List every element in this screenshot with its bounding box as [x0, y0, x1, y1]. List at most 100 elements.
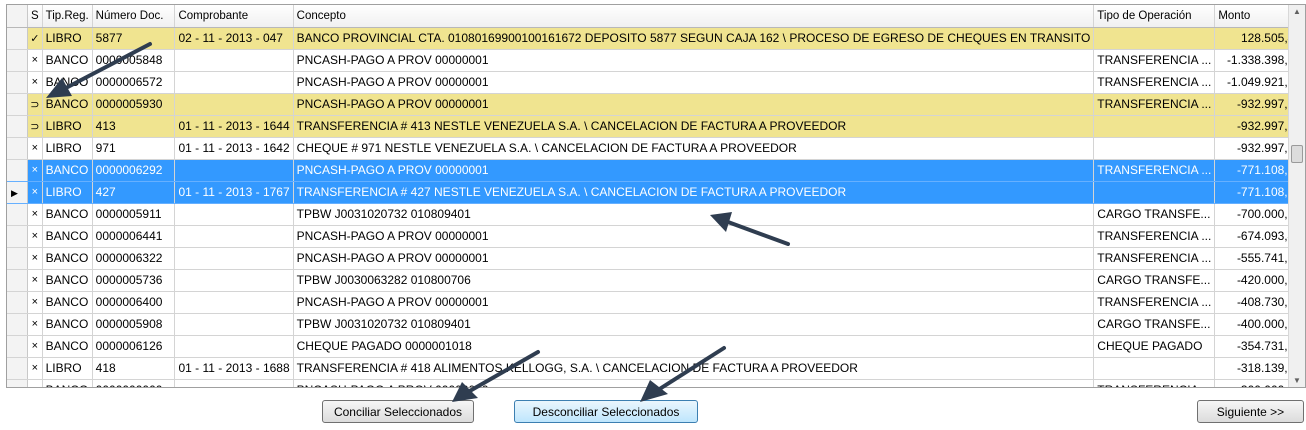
cell-numero-doc: 427	[92, 181, 176, 204]
table-row[interactable]: × BANCO 0000006441 PNCASH-PAGO A PROV 00000…	[7, 225, 1305, 248]
header-row: S Tip.Reg. Número Doc. Comprobante Conce…	[7, 5, 1305, 28]
cell-concepto: PNCASH-PAGO A PROV 00000001	[293, 49, 1095, 72]
cell-numero-doc: 0000000000	[92, 379, 176, 387]
reconciliation-grid[interactable]: S Tip.Reg. Número Doc. Comprobante Conce…	[6, 4, 1306, 388]
row-header[interactable]	[7, 159, 29, 182]
row-header[interactable]	[7, 313, 29, 336]
scroll-up-icon[interactable]: ▲	[1293, 7, 1301, 16]
cell-comprobante: 01 - 11 - 2013 - 1644	[174, 115, 294, 138]
conciliar-seleccionados-button[interactable]: Conciliar Seleccionados	[322, 400, 474, 423]
row-header[interactable]	[7, 27, 29, 50]
table-row[interactable]: × BANCO 0000005848 PNCASH-PAGO A PROV 00000…	[7, 49, 1305, 72]
cell-tipo-operacion: CARGO TRANSFE...	[1093, 269, 1216, 292]
desconciliar-seleccionados-button[interactable]: Desconciliar Seleccionados	[514, 400, 698, 423]
cell-comprobante	[174, 247, 294, 270]
cell-s[interactable]: ×	[27, 357, 43, 380]
vertical-scrollbar[interactable]: ▲ ▼	[1288, 5, 1305, 387]
table-row[interactable]: ▶ × LIBRO 427 01 - 11 - 2013 - 1767 TRANSFERE…	[7, 181, 1305, 204]
cell-comprobante	[174, 49, 294, 72]
cell-numero-doc: 418	[92, 357, 176, 380]
table-row[interactable]: × LIBRO 971 01 - 11 - 2013 - 1642 CHEQUE # 9…	[7, 137, 1305, 160]
scroll-down-icon[interactable]: ▼	[1293, 376, 1301, 385]
table-row[interactable]: ✓ LIBRO 5877 02 - 11 - 2013 - 047 BANCO PROV…	[7, 27, 1305, 50]
cell-concepto: CHEQUE PAGADO 0000001018	[293, 335, 1095, 358]
column-header-tip-reg[interactable]: Tip.Reg.	[42, 5, 93, 28]
cell-concepto: PNCASH-PAGO A PROV 00000000	[293, 379, 1095, 387]
cell-tip-reg: BANCO	[42, 313, 93, 336]
table-row[interactable]: × BANCO 0000006292 PNCASH-PAGO A PROV 00000…	[7, 159, 1305, 182]
table-row[interactable]: × BANCO 0000006126 CHEQUE PAGADO 0000001018…	[7, 335, 1305, 358]
cell-s[interactable]	[27, 379, 43, 387]
column-header-numero-doc[interactable]: Número Doc.	[92, 5, 176, 28]
cell-comprobante	[174, 203, 294, 226]
table-row[interactable]: ⊃ BANCO 0000005930 PNCASH-PAGO A PROV 00000…	[7, 93, 1305, 116]
row-header[interactable]	[7, 335, 29, 358]
cell-s[interactable]: ×	[27, 247, 43, 270]
row-header[interactable]	[7, 93, 29, 116]
cell-s[interactable]: ⊃	[27, 115, 43, 138]
cell-s[interactable]: ×	[27, 269, 43, 292]
row-header[interactable]	[7, 49, 29, 72]
cell-s[interactable]: ×	[27, 159, 43, 182]
cell-comprobante	[174, 93, 294, 116]
cell-concepto: TPBW J0030063282 010800706	[293, 269, 1095, 292]
cell-concepto: TPBW J0031020732 010809401	[293, 203, 1095, 226]
row-header[interactable]	[7, 269, 29, 292]
cell-numero-doc: 0000005911	[92, 203, 176, 226]
cell-s[interactable]: ×	[27, 137, 43, 160]
column-header-s[interactable]: S	[27, 5, 43, 28]
cell-tipo-operacion: TRANSFERENCIA ...	[1093, 379, 1216, 387]
row-header[interactable]	[7, 291, 29, 314]
cell-s[interactable]: ×	[27, 291, 43, 314]
row-header[interactable]	[7, 203, 29, 226]
cell-s[interactable]: ×	[27, 225, 43, 248]
row-header[interactable]	[7, 115, 29, 138]
cell-concepto: TPBW J0031020732 010809401	[293, 313, 1095, 336]
table-row[interactable]: × BANCO 0000005911 TPBW J0031020732 0108094…	[7, 203, 1305, 226]
siguiente-button[interactable]: Siguiente >>	[1197, 400, 1304, 423]
cell-s[interactable]: ⊃	[27, 93, 43, 116]
row-header[interactable]	[7, 357, 29, 380]
table-row[interactable]: × BANCO 0000005908 TPBW J0031020732 0108094…	[7, 313, 1305, 336]
scrollbar-thumb[interactable]	[1291, 145, 1303, 163]
table-row[interactable]: × BANCO 0000006572 PNCASH-PAGO A PROV 00000…	[7, 71, 1305, 94]
cell-comprobante: 02 - 11 - 2013 - 047	[174, 27, 294, 50]
cell-numero-doc: 0000006572	[92, 71, 176, 94]
cell-s[interactable]: ×	[27, 49, 43, 72]
reconciliation-table: S Tip.Reg. Número Doc. Comprobante Conce…	[7, 5, 1305, 387]
cell-tip-reg: LIBRO	[42, 27, 93, 50]
row-header[interactable]	[7, 225, 29, 248]
table-row[interactable]: ⊃ LIBRO 413 01 - 11 - 2013 - 1644 TRANSFEREN…	[7, 115, 1305, 138]
row-header[interactable]	[7, 379, 29, 387]
cell-s[interactable]: ×	[27, 203, 43, 226]
row-header[interactable]	[7, 247, 29, 270]
cell-numero-doc: 0000005848	[92, 49, 176, 72]
cell-comprobante	[174, 291, 294, 314]
column-header-tipo-operacion[interactable]: Tipo de Operación	[1093, 5, 1216, 28]
cell-tip-reg: BANCO	[42, 203, 93, 226]
table-row[interactable]: × BANCO 0000005736 TPBW J0030063282 0108007…	[7, 269, 1305, 292]
cell-tip-reg: LIBRO	[42, 115, 93, 138]
cell-s[interactable]: ×	[27, 181, 43, 204]
table-row[interactable]: × LIBRO 418 01 - 11 - 2013 - 1688 TRANSFEREN…	[7, 357, 1305, 380]
cell-tipo-operacion: TRANSFERENCIA ...	[1093, 159, 1216, 182]
table-row[interactable]: BANCO0000000000 PNCASH-PAGO A PROV 000000…	[7, 379, 1305, 387]
row-header[interactable]	[7, 137, 29, 160]
cell-tip-reg: BANCO	[42, 291, 93, 314]
column-header-comprobante[interactable]: Comprobante	[174, 5, 294, 28]
cell-s[interactable]: ×	[27, 335, 43, 358]
row-header[interactable]	[7, 71, 29, 94]
cell-concepto: BANCO PROVINCIAL CTA. 010801699001001616…	[293, 27, 1095, 50]
cell-comprobante	[174, 71, 294, 94]
cell-tipo-operacion: CHEQUE PAGADO	[1093, 335, 1216, 358]
cell-s[interactable]: ✓	[27, 27, 43, 50]
cell-s[interactable]: ×	[27, 71, 43, 94]
row-header[interactable]: ▶	[7, 181, 29, 204]
cell-numero-doc: 971	[92, 137, 176, 160]
table-row[interactable]: × BANCO 0000006322 PNCASH-PAGO A PROV 00000…	[7, 247, 1305, 270]
cell-s[interactable]: ×	[27, 313, 43, 336]
cell-tipo-operacion: TRANSFERENCIA ...	[1093, 49, 1216, 72]
column-header-concepto[interactable]: Concepto	[293, 5, 1095, 28]
cell-tipo-operacion: TRANSFERENCIA ...	[1093, 247, 1216, 270]
table-row[interactable]: × BANCO 0000006400 PNCASH-PAGO A PROV 00000…	[7, 291, 1305, 314]
